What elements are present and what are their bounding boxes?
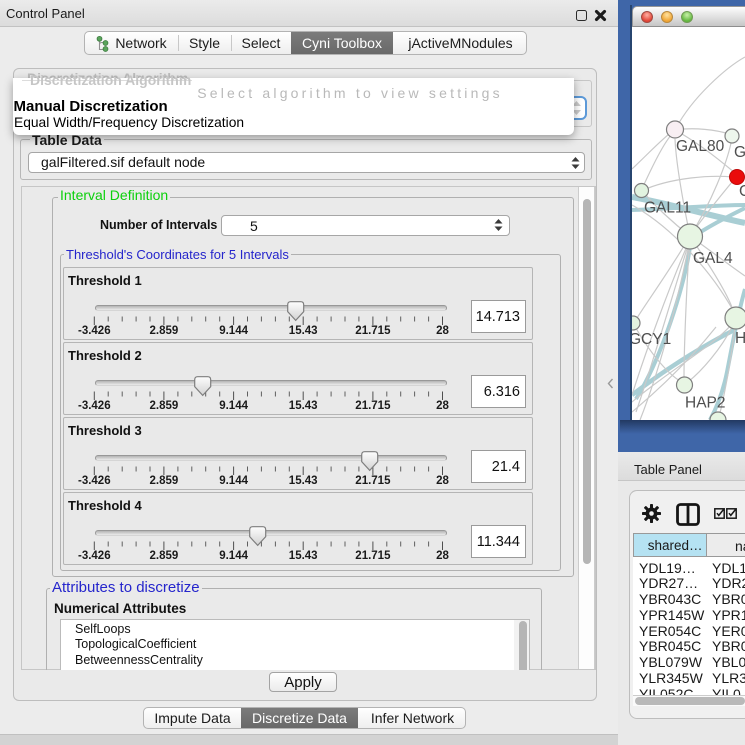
svg-text:HAP2: HAP2 (685, 395, 726, 412)
svg-text:CY: CY (739, 183, 745, 200)
svg-text:GCY1: GCY1 (632, 331, 671, 348)
svg-text:GA: GA (734, 144, 745, 161)
svg-text:GAL80: GAL80 (676, 138, 725, 155)
svg-text:GAL4: GAL4 (693, 250, 733, 267)
svg-text:HA: HA (735, 330, 745, 347)
svg-text:GAL11: GAL11 (644, 200, 691, 217)
